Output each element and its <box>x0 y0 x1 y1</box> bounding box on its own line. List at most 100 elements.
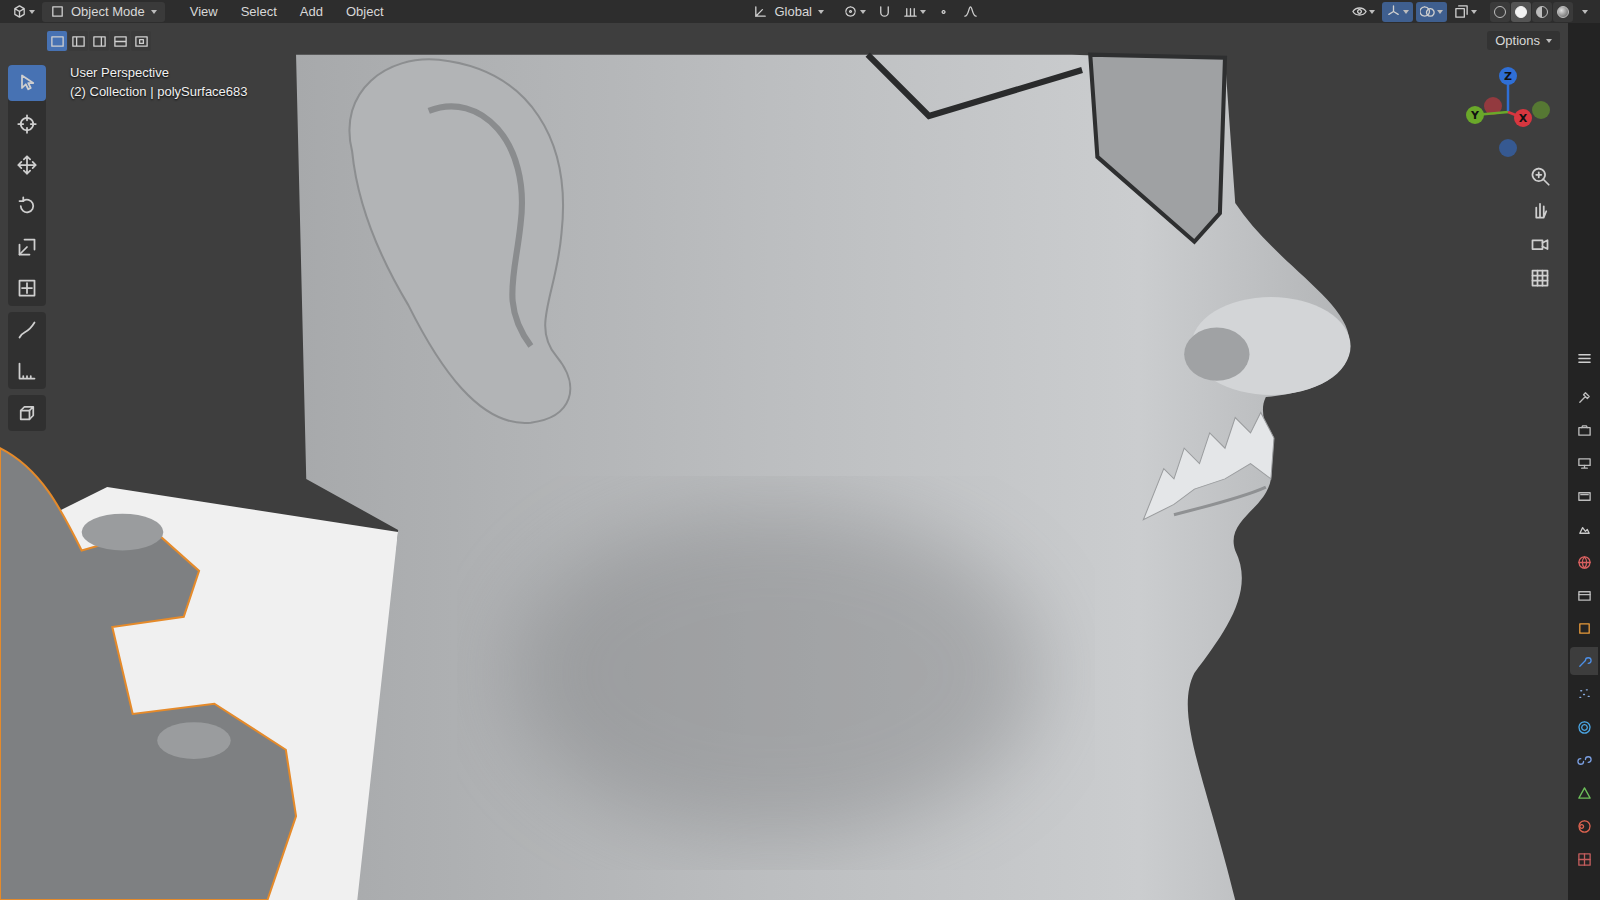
menu-item[interactable]: Object <box>336 2 394 21</box>
editor-toggle[interactable] <box>1571 345 1597 371</box>
dropdown-icon <box>920 10 926 14</box>
axis-ball[interactable] <box>1499 139 1517 157</box>
ortho-button[interactable] <box>1525 263 1555 293</box>
material-shading-button[interactable] <box>1532 2 1552 22</box>
mustache-mesh <box>1143 412 1274 519</box>
data-tab[interactable] <box>1570 779 1598 807</box>
ear-mesh <box>349 59 570 423</box>
wireframe-shading-button[interactable] <box>1490 2 1510 22</box>
particles-tab[interactable] <box>1570 680 1598 708</box>
rendered-shading-button[interactable] <box>1553 2 1573 22</box>
transform-tool[interactable] <box>8 270 46 306</box>
cursor-icon <box>17 114 37 134</box>
chair-joint <box>157 722 231 759</box>
navigation-gizmo[interactable]: Z Y X <box>1453 57 1563 167</box>
solid-shading-button[interactable] <box>1511 2 1531 22</box>
select-tool[interactable] <box>8 65 46 101</box>
orientation-label: Global <box>774 4 812 19</box>
add_cube-tool[interactable] <box>8 395 46 431</box>
chair-joint <box>82 514 164 551</box>
scale-tool[interactable] <box>8 229 46 265</box>
proportional-toggle[interactable] <box>933 2 956 22</box>
data-icon <box>1577 786 1592 801</box>
constraints-icon <box>1577 753 1592 768</box>
object-tab[interactable] <box>1570 614 1598 642</box>
falloff-dropdown[interactable] <box>959 2 982 22</box>
collection-tab[interactable] <box>1570 581 1598 609</box>
axis-label: Y <box>1470 109 1480 122</box>
pan-button[interactable] <box>1525 195 1555 225</box>
move-tool[interactable] <box>8 147 46 183</box>
select-mode-button[interactable] <box>89 31 109 51</box>
select-mode-button[interactable] <box>131 31 151 51</box>
pan-icon <box>1530 200 1550 220</box>
tool-tab[interactable] <box>1570 383 1598 411</box>
viewport-3d[interactable]: User Perspective(2) Collection | polySur… <box>0 23 1568 900</box>
axis-label: Z <box>1504 70 1512 83</box>
tool-icon <box>1577 390 1592 405</box>
gizmo-axis[interactable]: X <box>1508 109 1532 127</box>
viewport-background <box>0 23 1568 900</box>
snap-dropdown[interactable] <box>899 2 930 22</box>
select-mode-button[interactable] <box>68 31 88 51</box>
scene-tab[interactable] <box>1570 515 1598 543</box>
annotate-tool[interactable] <box>8 312 46 348</box>
physics-tab[interactable] <box>1570 713 1598 741</box>
axis-ball[interactable] <box>1514 109 1532 127</box>
gizmo-toggle[interactable] <box>1382 2 1413 22</box>
gizmo-axis[interactable]: Y <box>1466 106 1508 124</box>
dropdown-icon <box>860 10 866 14</box>
lip-line <box>1174 487 1266 515</box>
menu-item[interactable]: View <box>180 2 228 21</box>
modifier-tab[interactable] <box>1570 647 1598 675</box>
dropdown-icon <box>1437 10 1443 14</box>
zoom-button[interactable] <box>1525 161 1555 191</box>
menu-item[interactable]: Add <box>290 2 333 21</box>
constraints-tab[interactable] <box>1570 746 1598 774</box>
material-tab[interactable] <box>1570 812 1598 840</box>
proportional-icon <box>937 4 952 19</box>
viewport-header: Object Mode ViewSelectAddObject Global <box>0 0 1600 23</box>
output-tab[interactable] <box>1570 449 1598 477</box>
overlay-toggle[interactable] <box>1416 2 1447 22</box>
axis-label: X <box>1519 112 1528 125</box>
render-tab[interactable] <box>1570 416 1598 444</box>
texture-tab[interactable] <box>1570 845 1598 873</box>
render-icon <box>1577 423 1592 438</box>
world-tab[interactable] <box>1570 548 1598 576</box>
negative-axis[interactable] <box>1532 101 1550 119</box>
tool-group <box>8 65 46 306</box>
pivot-dropdown[interactable] <box>839 2 870 22</box>
menu-item[interactable]: Select <box>231 2 287 21</box>
axis-ball[interactable] <box>1466 106 1484 124</box>
axis-ball[interactable] <box>1532 101 1550 119</box>
select-mode-button[interactable] <box>47 31 67 51</box>
snap-toggle[interactable] <box>873 2 896 22</box>
shading-dropdown-icon[interactable] <box>1582 10 1588 14</box>
dropdown-icon <box>151 10 157 14</box>
modifier-icon <box>1577 654 1592 669</box>
toolbar <box>8 65 46 431</box>
options-dropdown[interactable]: Options <box>1487 31 1560 50</box>
visibility-toggle[interactable] <box>1348 2 1379 22</box>
pivot-icon <box>843 4 858 19</box>
output-icon <box>1577 456 1592 471</box>
orientation-dropdown[interactable]: Global <box>745 2 832 22</box>
rotate-tool[interactable] <box>8 188 46 224</box>
xray-toggle[interactable] <box>1450 2 1481 22</box>
select-mode-button[interactable] <box>110 31 130 51</box>
negative-axis[interactable] <box>1499 139 1517 157</box>
camera-button[interactable] <box>1525 229 1555 259</box>
scene-icon <box>1577 522 1592 537</box>
mode-dropdown[interactable]: Object Mode <box>42 2 165 22</box>
view_layer-tab[interactable] <box>1570 482 1598 510</box>
axis-ball[interactable] <box>1499 67 1517 85</box>
solid-icon <box>1515 6 1527 18</box>
ear-fold <box>429 106 531 346</box>
transform-icon <box>17 278 37 298</box>
measure-tool[interactable] <box>8 353 46 389</box>
editor-type-button[interactable] <box>8 2 39 22</box>
nostril <box>1184 328 1249 381</box>
cursor-tool[interactable] <box>8 106 46 142</box>
gizmo-axis[interactable]: Z <box>1499 67 1517 112</box>
